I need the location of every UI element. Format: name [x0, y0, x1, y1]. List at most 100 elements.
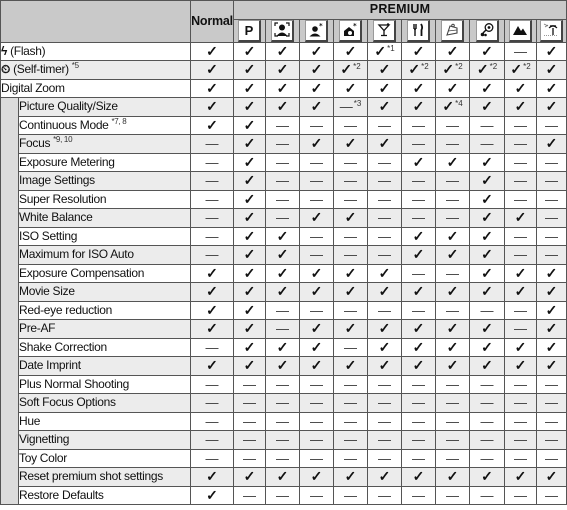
dash-mark: —	[378, 154, 391, 170]
cell-dessert: ✓	[435, 226, 470, 246]
check-mark: ✓	[378, 283, 391, 300]
row-label: Soft Focus Options	[19, 395, 116, 410]
premium-mode-portrait-star: *	[299, 18, 334, 43]
table-row: Date Imprint ✓ ✓ ✓ ✓ ✓ ✓ ✓ ✓ ✓ ✓ ✓	[1, 356, 567, 376]
dash-mark: —	[545, 487, 559, 503]
check-mark: ✓	[243, 338, 256, 355]
cell-normal: —	[190, 448, 234, 468]
check-mark: ✓	[206, 486, 218, 503]
check-mark: ✓	[412, 468, 425, 485]
check-mark: ✓	[206, 301, 218, 318]
cell-portrait: —	[265, 115, 300, 135]
cell-macro: ✓*2	[469, 60, 505, 80]
cell-normal: ✓	[190, 97, 234, 117]
dash-mark: —	[514, 487, 527, 503]
cell-macro: ✓	[469, 171, 505, 191]
check-mark: ✓	[243, 301, 256, 318]
dash-mark: —	[514, 450, 527, 466]
table-row: ⏲ (Self-timer) *5 ✓ ✓ ✓ ✓ ✓*2 ✓ ✓*2 ✓*2 ✓*2 ✓*2 ✓	[0, 60, 567, 80]
row-label: ISO Setting	[19, 228, 78, 243]
row-header: Exposure Compensation	[18, 263, 191, 283]
check-mark: ✓	[243, 153, 256, 170]
cell-pet-star: —	[333, 300, 368, 320]
cell-dessert: —	[435, 411, 470, 431]
check-mark: ✓	[481, 338, 493, 355]
check-mark: ✓	[412, 98, 425, 115]
dash-mark: —	[310, 376, 323, 392]
cell-pet-star: —	[333, 393, 368, 413]
cell-portrait-star: ✓	[299, 467, 334, 487]
cell-pet-star: ✓	[333, 263, 368, 283]
cell-beach: —	[535, 374, 567, 394]
dash-mark: —	[412, 191, 425, 207]
check-mark: ✓	[276, 61, 289, 78]
cell-portrait: —	[265, 208, 300, 228]
cell-landscape: —	[504, 393, 537, 413]
check-mark: ✓	[442, 98, 455, 115]
cell-p: ✓	[233, 41, 266, 61]
dash-mark: —	[276, 413, 289, 429]
row-header: Super Resolution	[18, 189, 191, 209]
row-label: Focus	[19, 136, 51, 151]
dash-mark: —	[446, 136, 459, 152]
cell-cocktail: ✓	[367, 60, 402, 80]
cell-landscape: —	[504, 319, 537, 339]
cell-dessert: ✓*4	[435, 97, 470, 117]
dash-mark: —	[480, 450, 494, 466]
check-mark: ✓	[378, 98, 391, 115]
fork-knife-icon	[407, 20, 430, 41]
dash-mark: —	[446, 302, 459, 318]
check-mark: ✓	[412, 357, 425, 374]
cell-portrait: ✓	[265, 78, 300, 98]
dash-mark: —	[378, 432, 391, 448]
table-row: Continuous Mode *7, 8 ✓ ✓ — — — — — — — — —	[1, 115, 567, 135]
cell-dessert: ✓	[435, 78, 470, 98]
dash-mark: —	[378, 117, 391, 133]
check-mark: ✓	[446, 468, 459, 485]
dash-mark: —	[276, 210, 289, 226]
cell-dessert: ✓	[435, 467, 470, 487]
cell-cocktail: ✓	[367, 134, 402, 154]
row-label: Hue	[19, 413, 41, 428]
dash-mark: —	[310, 432, 323, 448]
cell-cuisine: —	[401, 411, 436, 431]
check-mark: ✓	[310, 61, 323, 78]
cell-cuisine: ✓*2	[401, 60, 436, 80]
dash-mark: —	[446, 450, 459, 466]
footnote-ref: *3	[353, 99, 362, 109]
check-mark: ✓	[243, 172, 256, 189]
cell-p: ✓	[233, 467, 266, 487]
cell-normal: —	[190, 374, 234, 394]
check-mark: ✓	[545, 61, 558, 78]
row-header: ⏲ (Self-timer) *5	[0, 60, 191, 80]
row-label: Shake Correction	[19, 339, 108, 354]
cell-p: ✓	[233, 300, 266, 320]
cell-macro: ✓	[469, 208, 505, 228]
portrait-icon	[271, 20, 294, 41]
dash-mark: —	[514, 321, 527, 337]
check-mark: ✓	[276, 283, 289, 300]
cell-portrait: ✓	[265, 282, 300, 302]
cell-landscape: —	[504, 134, 537, 154]
cell-beach: ✓	[535, 263, 567, 283]
cell-portrait-star: —	[299, 152, 334, 172]
cell-dessert: —	[435, 393, 470, 413]
cell-cocktail: —	[367, 448, 402, 468]
dash-mark: —	[446, 487, 459, 503]
check-mark: ✓	[243, 190, 256, 207]
cake-slice-icon	[441, 20, 464, 41]
dash-mark: —	[205, 191, 219, 207]
check-mark: ✓	[412, 283, 425, 300]
dash-mark: —	[344, 432, 357, 448]
check-mark: ✓	[243, 246, 256, 263]
check-mark: ✓	[378, 338, 391, 355]
dash-mark: —	[514, 302, 527, 318]
dash-mark: —	[310, 487, 323, 503]
check-mark: ✓	[545, 98, 558, 115]
row-header: Image Settings	[18, 171, 191, 191]
dash-mark: —	[480, 117, 494, 133]
dash-mark: —	[344, 117, 357, 133]
premium-mode-pet-star: *	[333, 18, 368, 43]
cell-normal: ✓	[190, 319, 234, 339]
check-mark: ✓	[276, 98, 289, 115]
